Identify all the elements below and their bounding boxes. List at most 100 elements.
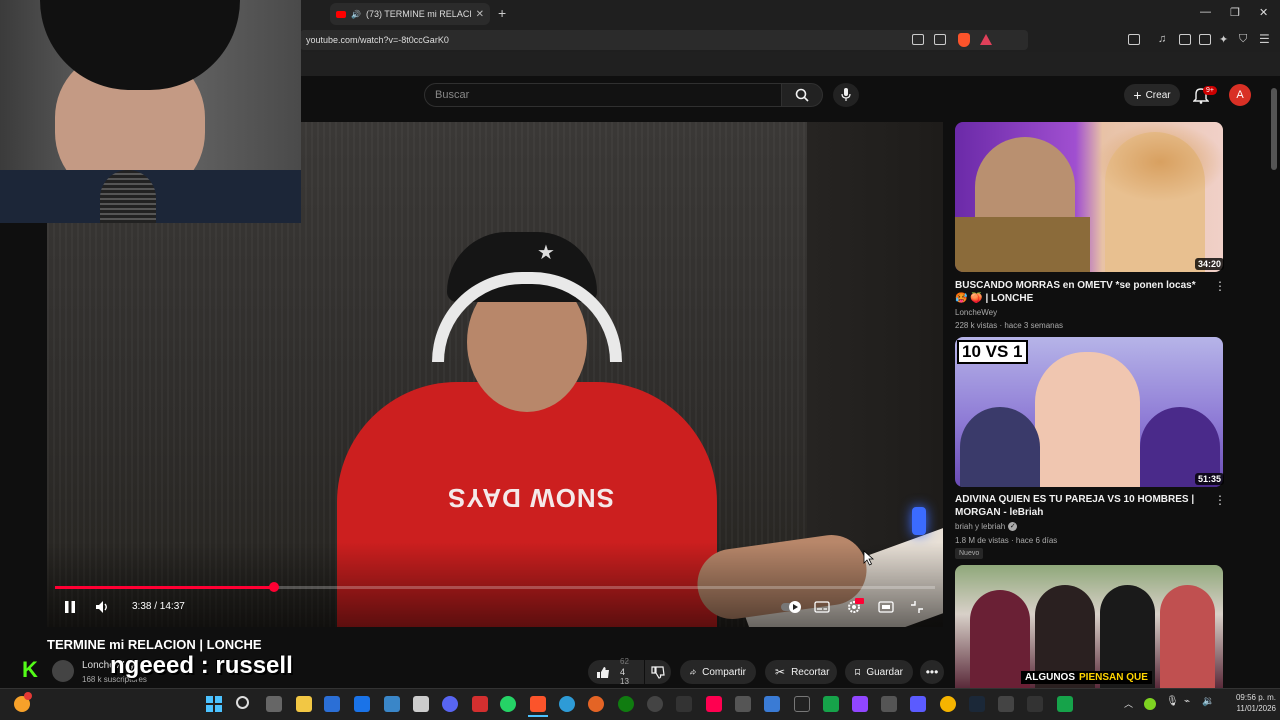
thumbs-up-icon	[597, 666, 609, 678]
brave-rewards-icon[interactable]	[980, 34, 992, 45]
app-icon-10[interactable]	[823, 696, 839, 712]
app-icon-3[interactable]	[472, 696, 488, 712]
network-icon[interactable]: ⌁	[1184, 696, 1190, 707]
pause-icon	[65, 601, 75, 613]
wallet-icon[interactable]	[1199, 34, 1211, 45]
app-icon-14[interactable]	[998, 696, 1014, 712]
search-icon	[795, 88, 809, 102]
browser-tab[interactable]: 🔊 (73) TERMINE mi RELACION | ✕	[330, 3, 490, 25]
share-button[interactable]: Compartir	[680, 660, 756, 684]
cast-icon[interactable]	[912, 34, 924, 45]
vpn-icon[interactable]: ⛉	[1239, 33, 1247, 46]
active-app-indicator	[528, 715, 548, 717]
store-icon[interactable]	[324, 696, 340, 712]
kebab-menu-icon[interactable]: ⋮	[1214, 493, 1226, 507]
cap-star-icon: ★	[537, 242, 555, 264]
youtube-favicon-icon	[336, 10, 346, 18]
menu-icon[interactable]: ☰	[1259, 32, 1270, 46]
tiktok-icon[interactable]	[706, 696, 722, 712]
recommendation-thumbnail[interactable]: 10 VS 1	[955, 337, 1223, 487]
leo-ai-icon[interactable]: ✦	[1219, 33, 1228, 46]
account-avatar[interactable]: A	[1229, 84, 1251, 106]
app-icon-2[interactable]	[413, 696, 429, 712]
share-page-icon[interactable]	[934, 34, 946, 45]
file-explorer-icon[interactable]	[296, 696, 312, 712]
dislike-button[interactable]	[645, 660, 671, 684]
app-icon-15[interactable]	[1027, 696, 1043, 712]
page-scrollbar[interactable]	[1271, 88, 1277, 170]
save-button[interactable]: Guardar	[845, 660, 913, 684]
create-button[interactable]: + Crear	[1124, 84, 1180, 106]
fullscreen-button[interactable]	[909, 600, 925, 614]
brave-icon[interactable]	[530, 696, 546, 712]
recommendation-thumbnail[interactable]	[955, 122, 1223, 272]
app-icon-4[interactable]	[588, 696, 604, 712]
clip-label: Recortar	[791, 666, 830, 678]
screenshot-icon[interactable]	[1128, 34, 1140, 45]
subtitles-button[interactable]	[814, 600, 830, 614]
streamer-webcam	[0, 0, 301, 223]
search-button[interactable]	[781, 83, 823, 107]
voice-search-button[interactable]	[833, 83, 859, 107]
kebab-menu-icon[interactable]: ⋮	[1214, 279, 1226, 293]
app-icon-11[interactable]	[881, 696, 897, 712]
thumbnail-caption: ALGUNOS PIENSAN QUE	[1021, 671, 1152, 684]
windows-taskbar	[0, 688, 1280, 720]
xbox-icon[interactable]	[618, 696, 634, 712]
microphone-icon	[841, 88, 851, 101]
whatsapp-icon[interactable]	[500, 696, 516, 712]
discord-icon[interactable]	[442, 696, 458, 712]
sweater-text: SNOW DAYS	[447, 483, 614, 513]
new-tab-button[interactable]: +	[498, 5, 506, 21]
steam-icon[interactable]	[969, 696, 985, 712]
edge-icon[interactable]	[559, 696, 575, 712]
search-input[interactable]: Buscar	[424, 83, 782, 107]
pause-button[interactable]	[63, 600, 77, 614]
app-icon-8[interactable]	[764, 696, 780, 712]
tray-app-icon[interactable]	[1144, 698, 1156, 710]
bookmark-icon	[855, 669, 861, 676]
speaker-tray-icon[interactable]: 🔉	[1202, 696, 1214, 707]
twitch-icon[interactable]	[852, 696, 868, 712]
more-actions-button[interactable]: •••	[920, 660, 944, 684]
taskbar-search-icon[interactable]	[236, 696, 249, 709]
app-icon-12[interactable]	[910, 696, 926, 712]
thumbs-down-icon	[651, 665, 665, 679]
app-icon-16[interactable]	[1057, 696, 1073, 712]
mail-icon[interactable]	[354, 696, 370, 712]
close-window-icon[interactable]: ✕	[1259, 6, 1268, 19]
app-icon-13[interactable]	[940, 696, 956, 712]
sidebar-toggle-icon[interactable]	[1179, 34, 1191, 45]
recommendation-title[interactable]: BUSCANDO MORRAS en OMETV *se ponen locas…	[955, 279, 1205, 305]
system-clock[interactable]: 09:56 p. m. 11/01/2026	[1220, 692, 1276, 714]
app-icon-5[interactable]	[647, 696, 663, 712]
minimize-icon[interactable]: —	[1200, 6, 1211, 18]
task-view-icon[interactable]	[266, 696, 282, 712]
tray-microphone-icon[interactable]: 🎙	[1166, 696, 1179, 707]
new-badge: Nuevo	[955, 548, 984, 559]
theater-mode-button[interactable]	[878, 600, 894, 614]
clock-time: 09:56 p. m.	[1235, 693, 1276, 702]
brave-shield-icon[interactable]	[958, 33, 970, 47]
app-icon-7[interactable]	[735, 696, 751, 712]
like-button[interactable]: 62 4 13	[588, 657, 644, 686]
volume-button[interactable]	[95, 600, 109, 614]
close-tab-icon[interactable]: ✕	[476, 9, 484, 20]
chevron-up-icon[interactable]: ︿	[1124, 697, 1133, 710]
app-icon-1[interactable]	[384, 696, 400, 712]
recommendation-thumbnail[interactable]: ALGUNOS PIENSAN QUE	[955, 565, 1223, 688]
autoplay-toggle[interactable]	[781, 600, 801, 614]
music-icon[interactable]: ♫	[1158, 33, 1166, 45]
tab-title: (73) TERMINE mi RELACION |	[365, 9, 471, 19]
start-menu-icon[interactable]	[206, 696, 222, 712]
clip-button[interactable]: ✂ Recortar	[765, 660, 837, 684]
channel-avatar[interactable]	[52, 660, 74, 682]
thumbnail-caption-a: ALGUNOS	[1025, 672, 1075, 683]
recommendation-channel-row[interactable]: briah y lebriah ✓	[955, 522, 1018, 531]
app-icon-9[interactable]	[794, 696, 810, 712]
video-title: TERMINE mi RELACION | LONCHE	[47, 637, 262, 652]
app-icon-6[interactable]	[676, 696, 692, 712]
maximize-icon[interactable]: ❐	[1230, 6, 1240, 19]
recommendation-channel[interactable]: LoncheWey	[955, 308, 997, 317]
recommendation-title[interactable]: ADIVINA QUIEN ES TU PAREJA VS 10 HOMBRES…	[955, 493, 1205, 519]
